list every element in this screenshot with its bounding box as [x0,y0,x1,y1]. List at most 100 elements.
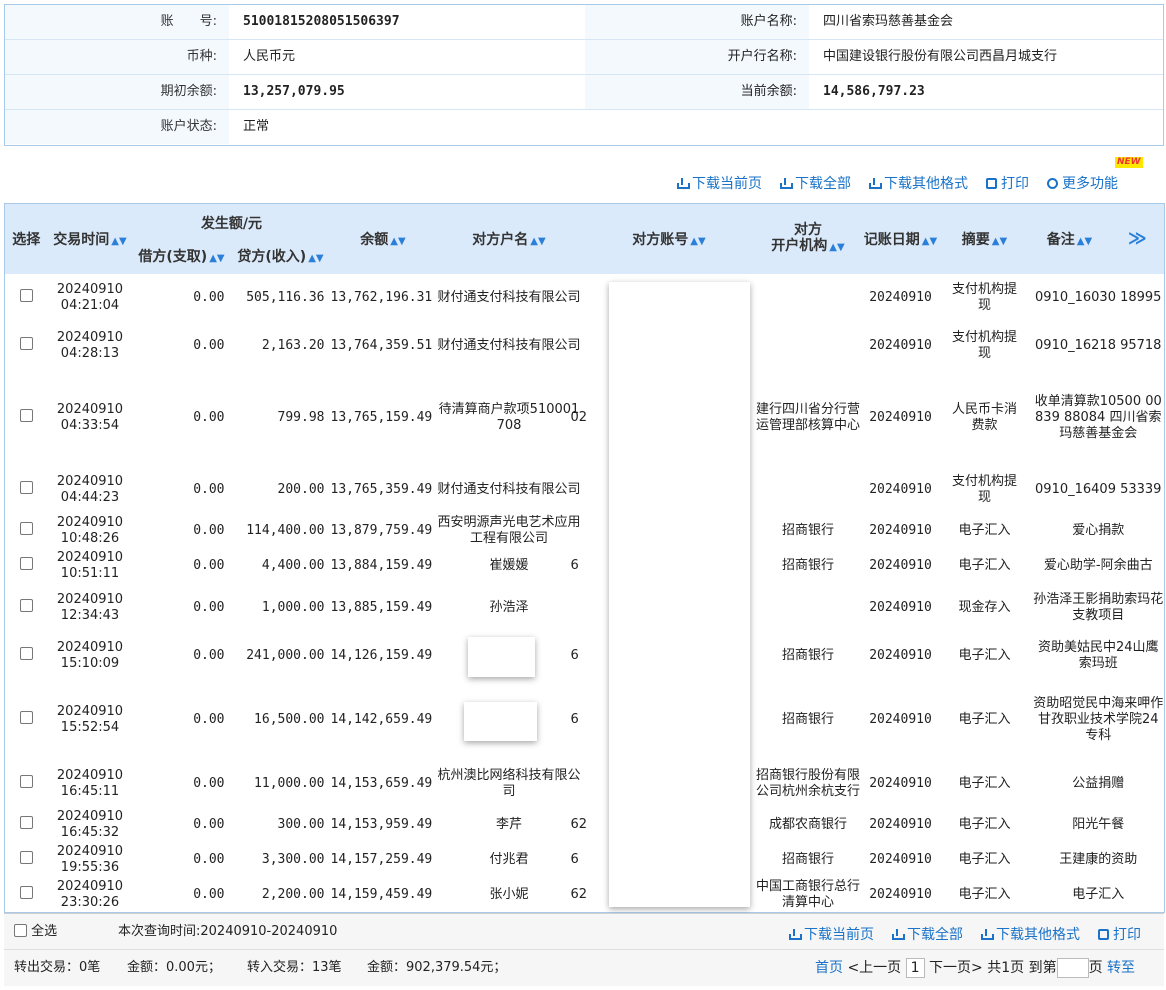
account-status: 正常 [243,119,270,134]
redaction-mask [609,282,750,907]
cell-select[interactable] [5,843,48,878]
col-booking-date[interactable]: 记账日期 ▲▼ [860,203,941,274]
table-row: 20240910 04:33:54 0.00 799.98 13,765,159.49 待… [5,370,1165,466]
col-counterparty-account[interactable]: 对方账号 ▲▼ [582,203,756,274]
cell-select[interactable] [5,549,48,584]
col-balance[interactable]: 余额 ▲▼ [330,203,436,274]
cell-select[interactable] [5,274,48,322]
row-checkbox[interactable] [19,774,33,788]
row-checkbox[interactable] [19,885,33,899]
cell-select[interactable] [5,514,48,549]
cell-counterparty-bank: 招商银行股份有限公司杭州余杭支行 [755,767,860,799]
cell-select[interactable] [5,878,48,913]
cell-credit: 16,500.00 [254,711,325,727]
next-page-link[interactable]: 下一页> [929,960,983,976]
cell-note: 收单清算款10500 00839 88084 四川省索玛慈善基金会 [1034,393,1162,441]
download-page-label: 下载当前页 [692,176,762,192]
select-all-label: 全选 [31,924,58,939]
cell-select[interactable] [5,370,48,466]
row-checkbox[interactable] [19,816,33,829]
col-credit[interactable]: 贷方(收入) ▲▼ [230,237,331,274]
download-icon [789,928,802,940]
currency-label: 币种: [5,40,229,74]
expand-columns-icon[interactable]: ≫ [1110,203,1165,274]
more-functions-button[interactable]: 更多功能 [1047,173,1118,193]
footer-download-page-button[interactable]: 下载当前页 [789,924,874,944]
cell-booking-date: 20240910 [869,852,932,867]
cell-balance: 13,879,759.49 [330,523,433,538]
download-icon [892,928,905,940]
download-all-label: 下载全部 [795,176,851,192]
cell-select[interactable] [5,808,48,843]
footer-download-all-label: 下载全部 [907,927,963,943]
table-row: 20240910 16:45:11 0.00 11,000.00 14,153,659.… [5,760,1165,808]
cell-debit: 0.00 [193,817,225,832]
col-debit[interactable]: 借方(支取) ▲▼ [132,237,231,274]
cell-time: 20240910 23:30:26 [48,878,133,913]
cell-credit: 4,400.00 [261,558,325,573]
sort-icon: ▲▼ [829,241,845,253]
row-checkbox[interactable] [19,408,33,422]
cell-balance: 13,762,196.31 [330,289,433,305]
cell-time: 20240910 12:34:43 [48,584,133,632]
select-all[interactable]: 全选 [14,914,57,950]
cell-counterparty-bank: 招商银行 [781,852,834,867]
footer-download-all-button[interactable]: 下载全部 [892,924,963,944]
cell-credit: 241,000.00 [246,647,325,663]
col-summary[interactable]: 摘要 ▲▼ [940,203,1029,274]
cell-credit: 799.98 [277,409,325,425]
cell-credit: 11,000.00 [254,775,325,791]
cell-select[interactable] [5,760,48,808]
cell-select[interactable] [5,322,48,370]
download-all-button[interactable]: 下载全部 [780,173,851,193]
cell-date: 20240910 [56,591,124,607]
col-time[interactable]: 交易时间 ▲▼ [47,203,133,274]
footer-download-other-button[interactable]: 下载其他格式 [981,924,1080,944]
current-page[interactable]: 1 [905,958,925,978]
bank-value: 中国建设银行股份有限公司西昌月城支行 [823,49,1058,64]
current-balance-label: 当前余额: [585,75,809,109]
cell-select[interactable] [5,584,48,632]
cell-summary: 电子汇入 [958,852,1011,867]
row-checkbox[interactable] [19,710,33,724]
print-button[interactable]: 打印 [986,173,1029,193]
cell-booking-date: 20240910 [869,481,932,497]
goto-button[interactable]: 转至 [1107,960,1135,976]
cell-note: 爱心捐款 [1072,523,1125,538]
col-counterparty-name[interactable]: 对方户名 ▲▼ [435,203,583,274]
cell-time: 20240910 15:52:54 [48,680,133,760]
sort-icon: ▲▼ [530,235,546,247]
download-page-button[interactable]: 下载当前页 [677,173,762,193]
sort-icon: ▲▼ [690,235,706,247]
row-checkbox[interactable] [19,288,33,302]
goto-page-input[interactable] [1056,958,1089,978]
row-checkbox[interactable] [19,646,33,660]
cell-select[interactable] [5,466,48,514]
select-all-checkbox[interactable] [14,924,27,937]
cell-debit: 0.00 [193,558,225,573]
table-row: 20240910 23:30:26 0.00 2,200.00 14,159,459.4… [5,878,1165,913]
row-checkbox[interactable] [19,522,33,535]
row-checkbox[interactable] [19,557,33,570]
sort-icon: ▲▼ [1076,235,1093,247]
cell-time: 19:55:36 [60,860,120,875]
download-other-button[interactable]: 下载其他格式 [869,173,968,193]
row-checkbox[interactable] [19,851,33,864]
cell-date: 20240910 [56,329,124,345]
table-row: 20240910 16:45:32 0.00 300.00 14,153,959.49 李… [5,808,1165,843]
row-checkbox[interactable] [19,598,33,612]
col-counterparty-bank[interactable]: 对方 开户机构 ▲▼ [755,203,861,274]
cell-booking-date: 20240910 [869,523,932,538]
row-checkbox[interactable] [19,336,33,350]
footer-print-button[interactable]: 打印 [1098,924,1141,944]
row-checkbox[interactable] [19,480,33,494]
opening-balance-label: 期初余额: [5,75,229,109]
cell-select[interactable] [5,632,48,680]
cell-select[interactable] [5,680,48,760]
account-row-4: 账户状态: 正常 [5,110,1163,145]
first-page-link[interactable]: 首页 [815,960,843,976]
new-badge: NEW [1115,157,1143,168]
cell-note: 王建康的资助 [1059,852,1138,867]
prev-page-link[interactable]: <上一页 [847,960,901,976]
col-note[interactable]: 备注 ▲▼ [1028,203,1111,274]
